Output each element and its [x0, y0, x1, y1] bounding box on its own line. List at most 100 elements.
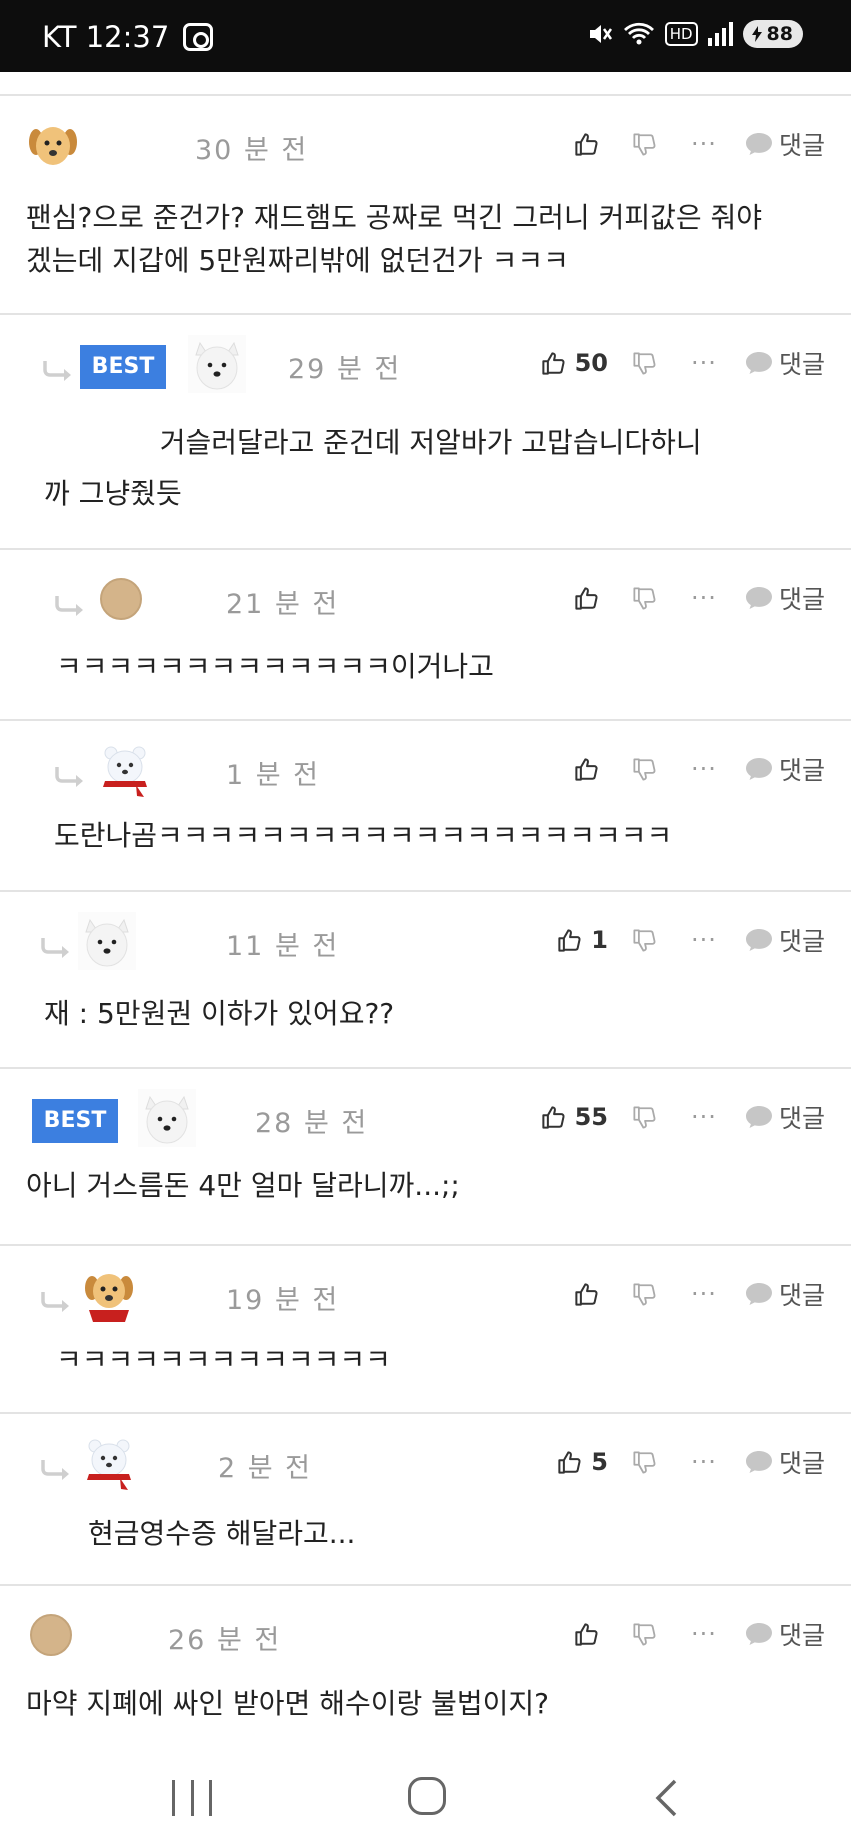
more-options-button[interactable]: ··· — [684, 130, 724, 158]
comment-time: 29 분 전 — [288, 354, 402, 385]
dislike-button[interactable] — [628, 927, 662, 954]
reply-button[interactable]: 댓글 — [744, 126, 825, 162]
reply-button[interactable]: 댓글 — [744, 751, 825, 787]
thumbs-down-icon — [631, 756, 658, 783]
more-options-button[interactable]: ··· — [684, 1280, 724, 1308]
thumbs-down-icon — [631, 350, 658, 377]
hd-badge: HD — [664, 22, 698, 46]
comment-actions: 55 ··· 댓글 — [532, 1097, 825, 1137]
avatar[interactable] — [24, 116, 82, 174]
comment-item: 26 분 전 ··· 댓글 마약 지폐에 싸인 받아면 해수이랑 불법이지? — [0, 1586, 851, 1758]
reply-button[interactable]: 댓글 — [744, 1616, 825, 1652]
reply-button[interactable]: 댓글 — [744, 580, 825, 616]
speech-bubble-icon — [744, 350, 774, 376]
thumbs-down-icon — [631, 131, 658, 158]
charging-icon — [751, 26, 762, 42]
like-button[interactable]: 55 — [532, 1103, 608, 1131]
comment-time: 11 분 전 — [226, 931, 340, 962]
screen-capture-icon — [183, 23, 214, 51]
reply-button[interactable]: 댓글 — [744, 345, 825, 381]
comment-text: 재 : 5만원권 이하가 있어요?? — [44, 997, 395, 1030]
reply-label: 댓글 — [778, 585, 825, 614]
dislike-button[interactable] — [628, 1449, 662, 1476]
signal-icon — [707, 22, 733, 46]
like-button[interactable]: 5 — [532, 1448, 608, 1476]
dislike-button[interactable] — [628, 585, 662, 612]
speech-bubble-icon — [744, 1449, 774, 1475]
status-bar: KT 12:37 HD 88 — [0, 0, 851, 72]
avatar[interactable] — [22, 1606, 80, 1664]
like-button[interactable]: 50 — [532, 349, 608, 377]
dislike-button[interactable] — [628, 131, 662, 158]
back-button[interactable] — [653, 1778, 679, 1818]
thumbs-up-icon — [573, 585, 600, 612]
wifi-icon — [623, 22, 654, 45]
comment-actions: ··· 댓글 — [532, 749, 825, 789]
best-badge: BEST — [80, 345, 166, 389]
comment-text: 마약 지폐에 싸인 받아면 해수이랑 불법이지? — [26, 1687, 550, 1720]
like-count: 5 — [591, 1448, 608, 1476]
home-button[interactable] — [408, 1777, 446, 1815]
avatar[interactable] — [80, 1434, 138, 1492]
comment-item: 2 분 전 5 ··· 댓글 현금영수증 해달라고... — [0, 1414, 851, 1586]
reply-button[interactable]: 댓글 — [744, 1276, 825, 1312]
recent-apps-button[interactable] — [172, 1780, 212, 1816]
comment-item: 11 분 전 1 ··· 댓글 재 : 5만원권 이하가 있어요?? — [0, 892, 851, 1069]
reply-label: 댓글 — [778, 350, 825, 379]
reply-arrow-icon — [54, 594, 88, 616]
dislike-button[interactable] — [628, 1621, 662, 1648]
dislike-button[interactable] — [628, 1104, 662, 1131]
like-button[interactable] — [532, 585, 608, 612]
reply-label: 댓글 — [778, 131, 825, 160]
reply-button[interactable]: 댓글 — [744, 1099, 825, 1135]
best-badge: BEST — [32, 1099, 118, 1143]
more-options-button[interactable]: ··· — [684, 1103, 724, 1131]
comment-text: 아니 거스름돈 4만 얼마 달라니까...;; — [26, 1169, 460, 1202]
more-options-button[interactable]: ··· — [684, 926, 724, 954]
more-options-button[interactable]: ··· — [684, 1448, 724, 1476]
comment-actions: 1 ··· 댓글 — [532, 920, 825, 960]
carrier-time: KT 12:37 — [42, 20, 170, 54]
reply-arrow-icon — [42, 359, 76, 381]
comment-item: 30 분 전 ··· 댓글 팬심?으로 준건가? 재드햄도 공짜로 먹긴 그러니… — [0, 96, 851, 315]
dislike-button[interactable] — [628, 1281, 662, 1308]
reply-button[interactable]: 댓글 — [744, 922, 825, 958]
like-button[interactable] — [532, 1621, 608, 1648]
speech-bubble-icon — [744, 756, 774, 782]
comment-header: 1 분 전 ··· 댓글 — [0, 741, 851, 801]
dislike-button[interactable] — [628, 350, 662, 377]
comment-time: 2 분 전 — [218, 1453, 313, 1484]
avatar[interactable] — [78, 912, 136, 970]
comment-time: 26 분 전 — [168, 1625, 282, 1656]
status-left: KT 12:37 — [42, 20, 214, 54]
avatar[interactable] — [138, 1089, 196, 1147]
comment-header: 19 분 전 ··· 댓글 — [0, 1266, 851, 1326]
avatar[interactable] — [188, 335, 246, 393]
avatar[interactable] — [96, 741, 154, 799]
thumbs-down-icon — [631, 1621, 658, 1648]
comment-text: 도란나곰ㅋㅋㅋㅋㅋㅋㅋㅋㅋㅋㅋㅋㅋㅋㅋㅋㅋㅋㅋㅋ — [54, 819, 673, 852]
like-button[interactable] — [532, 1281, 608, 1308]
comment-text: 거슬러달라고 준건데 저알바가 고맙습니다하니 까 그냥줬듯 — [44, 426, 702, 510]
avatar[interactable] — [92, 570, 150, 628]
like-button[interactable] — [532, 756, 608, 783]
comment-list: 30 분 전 ··· 댓글 팬심?으로 준건가? 재드햄도 공짜로 먹긴 그러니… — [0, 72, 851, 1758]
reply-label: 댓글 — [778, 1104, 825, 1133]
comment-time: 28 분 전 — [255, 1108, 369, 1139]
avatar[interactable] — [80, 1266, 138, 1324]
comment-time: 30 분 전 — [195, 135, 309, 166]
reply-button[interactable]: 댓글 — [744, 1444, 825, 1480]
like-button[interactable] — [532, 131, 608, 158]
reply-label: 댓글 — [778, 1621, 825, 1650]
dislike-button[interactable] — [628, 756, 662, 783]
like-button[interactable]: 1 — [532, 926, 608, 954]
navigation-bar — [0, 1750, 851, 1847]
speech-bubble-icon — [744, 927, 774, 953]
more-options-button[interactable]: ··· — [684, 1620, 724, 1648]
more-options-button[interactable]: ··· — [684, 755, 724, 783]
comment-text: ㅋㅋㅋㅋㅋㅋㅋㅋㅋㅋㅋㅋㅋ — [56, 1343, 391, 1376]
thumbs-down-icon — [631, 1281, 658, 1308]
comment-actions: ··· 댓글 — [532, 578, 825, 618]
more-options-button[interactable]: ··· — [684, 584, 724, 612]
more-options-button[interactable]: ··· — [684, 349, 724, 377]
